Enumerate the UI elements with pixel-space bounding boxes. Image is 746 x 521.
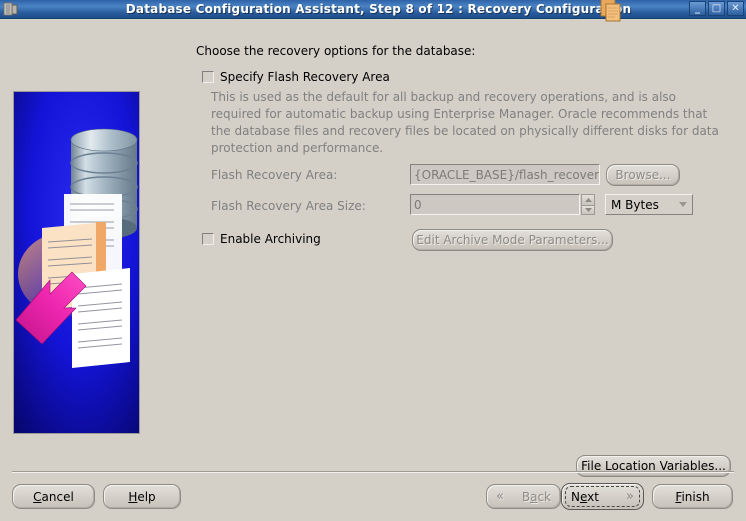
flash-recovery-area-size-input[interactable]: 0 [410, 194, 580, 215]
browse-button[interactable]: Browse... [606, 164, 680, 186]
finish-label: Finish [675, 489, 710, 504]
checkbox-box[interactable] [202, 71, 214, 83]
window-title: Database Configuration Assistant, Step 8… [125, 2, 632, 16]
chevron-left-icon: « [496, 489, 504, 504]
maximize-button[interactable]: □ [708, 1, 725, 16]
database-assistant-icon [3, 2, 19, 16]
flash-recovery-area-label: Flash Recovery Area: [211, 168, 338, 182]
flash-recovery-area-input[interactable]: {ORACLE_BASE}/flash_recovery_ [410, 164, 600, 185]
checkbox-label: Enable Archiving [220, 232, 321, 246]
dbca-window: Database Configuration Assistant, Step 8… [0, 0, 746, 521]
size-unit-value: M Bytes [611, 197, 659, 212]
flash-recovery-area-size-stepper[interactable] [581, 194, 595, 215]
flash-recovery-description: This is used as the default for all back… [211, 90, 719, 155]
checkbox-box[interactable] [202, 233, 214, 245]
back-label: Back [521, 489, 551, 504]
title-bar[interactable]: Database Configuration Assistant, Step 8… [0, 0, 746, 19]
file-location-variables-button[interactable]: File Location Variables... [576, 455, 731, 477]
artwork-panel [13, 91, 140, 434]
next-button[interactable]: Next » [561, 483, 644, 510]
stepper-up-icon[interactable] [581, 194, 595, 205]
close-button[interactable]: ✕ [727, 1, 744, 16]
cancel-label: Cancel [33, 489, 74, 504]
back-button[interactable]: « Back [486, 484, 561, 509]
flash-recovery-area-size-label: Flash Recovery Area Size: [211, 199, 366, 213]
help-label: Help [128, 489, 156, 504]
window-controls: _ □ ✕ [689, 1, 744, 16]
finish-button[interactable]: Finish [652, 484, 733, 509]
cancel-button[interactable]: Cancel [12, 484, 95, 509]
chevron-down-icon [679, 202, 687, 207]
specify-flash-recovery-area-checkbox[interactable]: Specify Flash Recovery Area [202, 70, 390, 84]
page-title: Choose the recovery options for the data… [196, 44, 476, 58]
enable-archiving-checkbox[interactable]: Enable Archiving [202, 232, 321, 246]
help-button[interactable]: Help [103, 484, 181, 509]
edit-archive-mode-parameters-button[interactable]: Edit Archive Mode Parameters... [412, 229, 613, 251]
chevron-right-icon: » [626, 489, 634, 504]
dialog-content: Choose the recovery options for the data… [0, 18, 746, 521]
footer-separator [12, 471, 734, 473]
minimize-button[interactable]: _ [689, 1, 706, 16]
stepper-down-icon[interactable] [581, 204, 595, 215]
next-label: Next [571, 489, 599, 504]
checkbox-label: Specify Flash Recovery Area [220, 70, 390, 84]
size-unit-dropdown[interactable]: M Bytes [605, 194, 693, 215]
